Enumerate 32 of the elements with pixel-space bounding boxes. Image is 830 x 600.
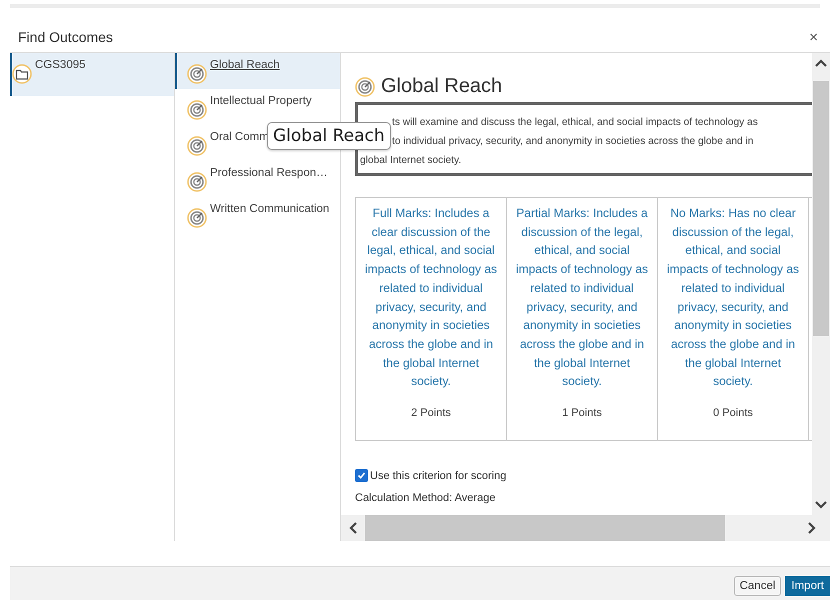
import-button[interactable]: Import [785, 576, 830, 596]
checkbox[interactable] [355, 469, 368, 482]
rating-description: No Marks: Has no clear discussion of the legal, ethical, and social impacts of technology as related to individual privacy, security, and anonymity in societies across the globe and in the global Internet society. [666, 205, 800, 390]
target-icon [355, 76, 375, 96]
outcome-item[interactable]: Professional Respon… [175, 161, 340, 197]
outcome-item[interactable]: Global Reach [175, 53, 340, 89]
target-icon [187, 136, 207, 156]
scrollbar-thumb[interactable] [813, 81, 829, 336]
outcome-title: Global Reach [381, 75, 502, 98]
rating-points: 0 Points [712, 407, 754, 420]
rating-description: Full Marks: Includes a clear discussion of the legal, ethical, and social impacts of technology as related to individual privacy, security, and anonymity in societies across the globe and in the global Internet society. [364, 205, 498, 390]
target-icon [187, 208, 207, 228]
group-item[interactable]: CGS3095 [10, 53, 174, 96]
folder-icon [12, 64, 32, 84]
target-icon [187, 64, 207, 84]
rating-points: 1 Points [561, 407, 603, 420]
target-icon [187, 172, 207, 192]
rating-points: 2 Points [410, 407, 452, 420]
outcome-item[interactable]: Written Communication [175, 197, 340, 233]
dialog-title: Find Outcomes [18, 29, 113, 45]
rating-description: Partial Marks: Includes a discussion of the legal, ethical, and social impacts of technology as related to individual privacy, security, and anonymity in societies across the globe and in the global Internet society. [514, 205, 650, 390]
calculation-method: Calculation Method: Average [355, 492, 496, 504]
description-text: global Internet society. [359, 154, 462, 168]
outcome-item[interactable]: Intellectual Property [175, 89, 340, 125]
scrollbar-thumb[interactable] [365, 515, 725, 541]
description-text: ts will examine and discuss the legal, ethical, and social impacts of technology as [391, 116, 759, 130]
cancel-button[interactable]: Cancel [734, 576, 782, 596]
target-icon [187, 100, 207, 120]
checkmark-icon [357, 471, 366, 480]
tooltip: Global Reach [267, 122, 391, 150]
close-button[interactable]: × [809, 28, 818, 46]
checkbox-label: Use this criterion for scoring [370, 470, 506, 482]
